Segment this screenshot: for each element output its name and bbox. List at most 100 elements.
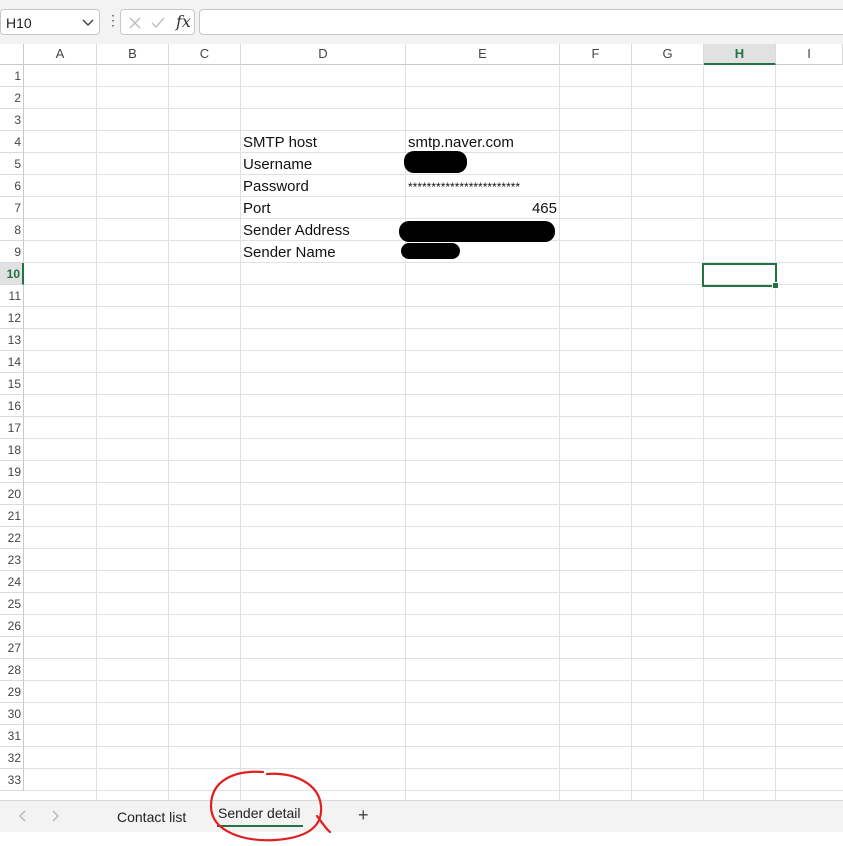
select-all-corner[interactable] xyxy=(0,44,24,65)
row-header-20[interactable]: 20 xyxy=(0,483,24,505)
gridline xyxy=(24,438,843,439)
row-header-10[interactable]: 10 xyxy=(0,263,24,285)
column-header-c[interactable]: C xyxy=(169,44,241,65)
sheet-tab-sender-detail[interactable]: Sender detail xyxy=(218,805,301,821)
gridline xyxy=(24,526,843,527)
gridline xyxy=(631,65,632,800)
row-header-8[interactable]: 8 xyxy=(0,219,24,241)
gridline xyxy=(24,658,843,659)
column-header-a[interactable]: A xyxy=(24,44,97,65)
row-header-9[interactable]: 9 xyxy=(0,241,24,263)
gridline xyxy=(405,65,406,800)
more-options-icon[interactable]: ⋮ xyxy=(106,12,120,29)
row-header-5[interactable]: 5 xyxy=(0,153,24,175)
gridline xyxy=(24,680,843,681)
column-header-e[interactable]: E xyxy=(406,44,560,65)
status-strip xyxy=(0,832,843,844)
name-box[interactable]: H10 xyxy=(0,9,100,35)
cell-d7[interactable]: Port xyxy=(243,198,271,220)
gridline xyxy=(24,372,843,373)
close-icon[interactable] xyxy=(127,15,143,31)
gridline xyxy=(24,482,843,483)
gridline xyxy=(24,460,843,461)
row-header-3[interactable]: 3 xyxy=(0,109,24,131)
fill-handle[interactable] xyxy=(772,282,779,289)
cell-d8[interactable]: Sender Address xyxy=(243,220,350,242)
sheet-tab-bar: Contact list Sender detail + xyxy=(0,800,843,833)
column-header-d[interactable]: D xyxy=(241,44,406,65)
row-header-25[interactable]: 25 xyxy=(0,593,24,615)
gridline xyxy=(168,65,169,800)
row-header-21[interactable]: 21 xyxy=(0,505,24,527)
row-header-31[interactable]: 31 xyxy=(0,725,24,747)
row-header-26[interactable]: 26 xyxy=(0,615,24,637)
row-header-7[interactable]: 7 xyxy=(0,197,24,219)
row-header-14[interactable]: 14 xyxy=(0,351,24,373)
row-header-24[interactable]: 24 xyxy=(0,571,24,593)
row-header-32[interactable]: 32 xyxy=(0,747,24,769)
gridline xyxy=(24,746,843,747)
row-header-1[interactable]: 1 xyxy=(0,65,24,87)
gridline xyxy=(24,768,843,769)
name-box-value: H10 xyxy=(6,15,32,31)
row-header-2[interactable]: 2 xyxy=(0,87,24,109)
cell-d9[interactable]: Sender Name xyxy=(243,242,336,264)
gridline xyxy=(24,702,843,703)
row-header-28[interactable]: 28 xyxy=(0,659,24,681)
gridline xyxy=(24,636,843,637)
gridline xyxy=(24,86,843,87)
gridline xyxy=(24,724,843,725)
column-header-f[interactable]: F xyxy=(560,44,632,65)
column-header-i[interactable]: I xyxy=(776,44,843,65)
redaction-mark-e8 xyxy=(399,221,555,242)
gridline xyxy=(24,592,843,593)
chevron-right-icon[interactable] xyxy=(48,809,62,823)
row-header-23[interactable]: 23 xyxy=(0,549,24,571)
gridline xyxy=(24,614,843,615)
active-cell-h10[interactable] xyxy=(702,263,779,289)
gridline xyxy=(24,570,843,571)
row-header-12[interactable]: 12 xyxy=(0,307,24,329)
check-icon[interactable] xyxy=(150,15,166,31)
cell-d5[interactable]: Username xyxy=(243,154,312,176)
column-header-b[interactable]: B xyxy=(97,44,169,65)
gridline xyxy=(240,65,241,800)
sheet-tab-contact-list[interactable]: Contact list xyxy=(117,809,186,825)
row-header-30[interactable]: 30 xyxy=(0,703,24,725)
gridline xyxy=(24,416,843,417)
row-header-17[interactable]: 17 xyxy=(0,417,24,439)
row-header-18[interactable]: 18 xyxy=(0,439,24,461)
cell-d6[interactable]: Password xyxy=(243,176,309,198)
row-header-11[interactable]: 11 xyxy=(0,285,24,307)
cell-e7[interactable]: 465 xyxy=(408,198,557,220)
gridline xyxy=(24,174,843,175)
column-header-h[interactable]: H xyxy=(704,44,776,65)
worksheet-grid[interactable]: A B C D E F G H I 1 2 3 4 5 6 7 8 9 10 11 12 13 14 15 1… xyxy=(0,44,843,800)
gridline xyxy=(703,65,704,800)
row-header-27[interactable]: 27 xyxy=(0,637,24,659)
row-header-22[interactable]: 22 xyxy=(0,527,24,549)
cell-d4[interactable]: SMTP host xyxy=(243,132,317,154)
row-header-33[interactable]: 33 xyxy=(0,769,24,791)
gridline xyxy=(775,65,776,800)
formula-bar: H10 ⋮ fx xyxy=(0,0,843,44)
gridline xyxy=(24,548,843,549)
row-header-19[interactable]: 19 xyxy=(0,461,24,483)
chevron-left-icon[interactable] xyxy=(16,809,30,823)
redaction-mark-e5 xyxy=(404,151,467,173)
formula-input[interactable] xyxy=(199,9,843,35)
add-sheet-button[interactable]: + xyxy=(358,805,369,826)
gridline xyxy=(559,65,560,800)
row-header-29[interactable]: 29 xyxy=(0,681,24,703)
gridline xyxy=(24,394,843,395)
chevron-down-icon[interactable] xyxy=(81,14,95,30)
row-header-6[interactable]: 6 xyxy=(0,175,24,197)
active-tab-indicator xyxy=(217,825,303,827)
cell-e6[interactable]: ************************ xyxy=(408,176,520,198)
column-header-g[interactable]: G xyxy=(632,44,704,65)
row-header-16[interactable]: 16 xyxy=(0,395,24,417)
row-header-15[interactable]: 15 xyxy=(0,373,24,395)
row-header-4[interactable]: 4 xyxy=(0,131,24,153)
row-header-13[interactable]: 13 xyxy=(0,329,24,351)
insert-function-button[interactable]: fx xyxy=(176,12,191,31)
